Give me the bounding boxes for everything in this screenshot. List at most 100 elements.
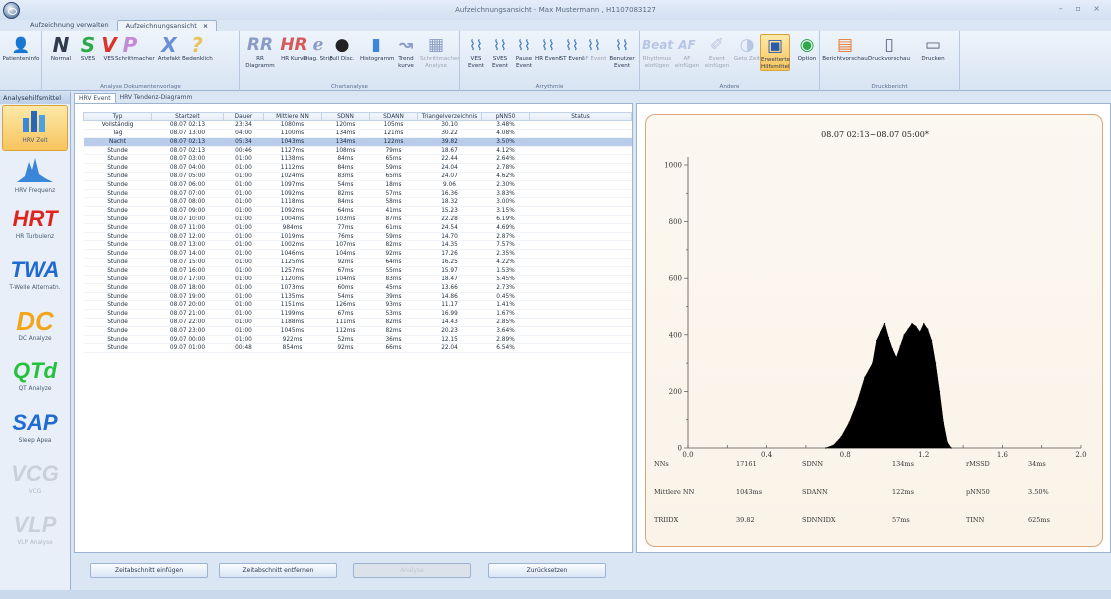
table-row[interactable]: Stunde 09.07 00:00 01:00 922ms 52ms 36ms 12.15…	[83, 335, 632, 345]
insert-segment-button[interactable]: Zeitabschnitt einfügen	[90, 563, 208, 578]
table-row[interactable]: Stunde 08.07 05:00 01:00 1024ms 83ms 65ms 24.0…	[83, 172, 632, 182]
ribbon-button-4-5[interactable]: ◉ Option	[792, 34, 822, 63]
ribbon-button-4-1[interactable]: AF AF einfügen	[672, 34, 702, 69]
column-header[interactable]: SDNN	[321, 112, 370, 121]
histogram-point	[883, 322, 886, 325]
table-row[interactable]: Stunde 08.07 22:00 01:00 1188ms 111ms 82ms 14.…	[83, 318, 632, 328]
ribbon-button-4-0[interactable]: Beat Rhythmus einfügen	[642, 34, 673, 69]
tab-recording-manage[interactable]: Aufzeichnung verwalten	[22, 20, 117, 31]
ribbon-button-4-2[interactable]: ✐ Event einfügen	[702, 34, 732, 69]
sidebar-item-1[interactable]: HRV Frequenz	[2, 156, 68, 202]
table-row[interactable]: Tag 08.07 13:00 04:00 1100ms 134ms 121ms 30.22…	[83, 129, 632, 139]
table-cell: 4.22%	[481, 258, 530, 268]
table-row[interactable]: Stunde 08.07 10:00 01:00 1004ms 103ms 87ms 22.…	[83, 215, 632, 225]
table-row[interactable]: Stunde 08.07 06:00 01:00 1097ms 54ms 18ms 9.06…	[83, 180, 632, 190]
table-row[interactable]: Stunde 08.07 16:00 01:00 1257ms 67ms 55ms 15.9…	[83, 266, 632, 276]
column-header[interactable]: Startzeit	[151, 112, 224, 121]
ribbon-button-2-0[interactable]: RR RR Diagramm	[244, 34, 276, 69]
table-cell: 30.10	[417, 120, 482, 130]
table-row[interactable]: Vollständig 08.07 02:13 23:34 1080ms 120ms 10…	[83, 120, 632, 130]
column-header[interactable]: Dauer	[223, 112, 264, 121]
table-cell	[529, 300, 632, 311]
table-row[interactable]: Stunde 08.07 11:00 01:00 984ms 77ms 61ms 24.54…	[83, 223, 632, 233]
ribbon-button-4-3[interactable]: ◑ Geto Zeit	[732, 34, 762, 63]
table-row[interactable]: Stunde 08.07 02:13 00:46 1127ms 108ms 79ms 18.…	[83, 146, 632, 156]
ribbon-button-1-5[interactable]: ? Bedenklich	[182, 34, 213, 63]
table-cell: 120ms	[321, 120, 370, 130]
table-cell: 5.45%	[481, 275, 530, 285]
sidebar-item-8[interactable]: VLP VLP Analyse	[2, 510, 68, 556]
sidebar-item-6[interactable]: SAP Sleep Apea	[2, 408, 68, 454]
ribbon-button-label: SVES Event	[491, 56, 509, 69]
ribbon-button-3-6[interactable]: ⌇⌇ Benutzer Event	[608, 34, 636, 69]
table-cell: 6.54%	[481, 343, 530, 354]
column-header[interactable]: pNN50	[481, 112, 530, 121]
column-header[interactable]: Triangelverzeichnis	[417, 112, 482, 121]
table-row[interactable]: Stunde 08.07 21:00 01:00 1199ms 67ms 53ms 16.9…	[83, 309, 632, 319]
ribbon-button-2-5[interactable]: ↝ Trend kurve	[390, 34, 422, 69]
column-header[interactable]: Status	[529, 112, 632, 121]
ribbon-button-3-5[interactable]: ⌇⌇ AF Event	[580, 34, 608, 63]
ribbon-button-1-3[interactable]: P Schrittmacher	[115, 34, 155, 63]
ribbon-button-label: Option	[797, 56, 817, 62]
table-cell: 08.07 02:13	[151, 137, 224, 147]
column-header[interactable]: Mittlere NN	[263, 112, 322, 121]
ribbon-button-2-3[interactable]: ● Full Disc.	[326, 34, 358, 63]
close-tab-icon[interactable]: ×	[203, 22, 208, 30]
sidebar-item-4[interactable]: DC DC Analyze	[2, 306, 68, 352]
ribbon-button-5-2[interactable]: ▭ Drucken	[910, 34, 956, 63]
column-header[interactable]: SDANN	[369, 112, 418, 121]
ribbon-icon: ▭	[924, 35, 942, 55]
ribbon-button-label: AF einfügen	[674, 56, 700, 69]
ribbon-button-1-0[interactable]: N Normal	[46, 34, 76, 63]
ribbon-button-4-4[interactable]: ▣ Erweiterte Hilfsmittel	[760, 34, 790, 71]
table-row[interactable]: Stunde 08.07 03:00 01:00 1138ms 84ms 65ms 22.4…	[83, 154, 632, 164]
sidebar-item-2[interactable]: HRT HR Turbulenz	[2, 204, 68, 250]
table-cell: 1188ms	[263, 318, 322, 328]
window-controls[interactable]: – ▫ ×	[1059, 4, 1105, 13]
table-cell: 15.97	[417, 266, 482, 276]
table-row[interactable]: Stunde 08.07 14:00 01:00 1046ms 104ms 92ms 17.…	[83, 249, 632, 259]
tab-hrv-event[interactable]: HRV Event	[74, 93, 116, 103]
stat-label: pNN50	[966, 488, 990, 496]
table-row[interactable]: Stunde 08.07 07:00 01:00 1092ms 82ms 57ms 16.3…	[83, 189, 632, 199]
table-cell: Stunde	[83, 300, 152, 311]
table-row[interactable]: Stunde 08.07 09:00 01:00 1092ms 64ms 41ms 15.2…	[83, 206, 632, 216]
ribbon-button-2-4[interactable]: ▮ Histogramm	[360, 34, 394, 63]
analysis-tools-sidebar: Analysehilfsmittel HRV Zeit HRV Frequenz H…	[0, 92, 71, 599]
table-row[interactable]: Stunde 09.07 01:00 00:48 854ms 92ms 66ms 22.04…	[83, 343, 632, 354]
table-row[interactable]: Stunde 08.07 13:00 01:00 1002ms 107ms 82ms 14.…	[83, 240, 632, 250]
ribbon-button-5-0[interactable]: ▤ Berichtvorschau	[822, 34, 868, 63]
sidebar-item-icon: QTd	[13, 358, 57, 383]
reset-button[interactable]: Zurücksetzen	[488, 563, 606, 578]
table-row[interactable]: Stunde 08.07 20:00 01:00 1151ms 126ms 93ms 11.…	[83, 300, 632, 311]
sidebar-item-5[interactable]: QTd QT Analyze	[2, 356, 68, 402]
sidebar-item-0[interactable]: HRV Zeit	[2, 105, 68, 151]
ribbon-button-1-4[interactable]: X Artefakt	[154, 34, 184, 63]
table-row[interactable]: Stunde 08.07 15:00 01:00 1125ms 92ms 64ms 16.2…	[83, 258, 632, 268]
table-cell: 121ms	[369, 129, 418, 139]
ribbon-button-0-0[interactable]: 👤 Patienteninfo	[2, 34, 40, 63]
table-row[interactable]: Stunde 08.07 19:00 01:00 1135ms 54ms 39ms 14.8…	[83, 292, 632, 302]
ribbon-group-label: Andere	[719, 84, 740, 90]
sidebar-item-label: Sleep Apea	[18, 438, 52, 444]
ribbon-button-5-1[interactable]: ▯ Druckvorschau	[866, 34, 912, 63]
table-cell: 01:00	[223, 266, 264, 276]
column-header[interactable]: Typ	[83, 112, 152, 121]
table-row[interactable]: Stunde 08.07 17:00 01:00 1120ms 104ms 83ms 18.…	[83, 275, 632, 285]
sidebar-item-7[interactable]: VCG VCG	[2, 459, 68, 505]
tab-hrv-trend[interactable]: HRV Tendenz-Diagramm	[116, 93, 197, 103]
table-row[interactable]: Stunde 08.07 04:00 01:00 1112ms 84ms 59ms 24.0…	[83, 163, 632, 173]
ribbon-button-2-6[interactable]: ▦ Schrittmacher Analyse	[420, 34, 460, 69]
remove-segment-button[interactable]: Zeitabschnitt entfernen	[219, 563, 337, 578]
table-row[interactable]: Stunde 08.07 12:00 01:00 1019ms 76ms 59ms 14.7…	[83, 232, 632, 242]
sidebar-item-3[interactable]: TWA T-Welle Alternatn.	[2, 255, 68, 301]
table-row[interactable]: Stunde 08.07 18:00 01:00 1073ms 60ms 45ms 13.6…	[83, 283, 632, 293]
histogram-point	[891, 348, 893, 350]
table-cell: 3.64%	[481, 326, 530, 336]
table-row[interactable]: Stunde 08.07 23:00 01:00 1045ms 112ms 82ms 20.…	[83, 326, 632, 336]
table-row[interactable]: Stunde 08.07 08:00 01:00 1118ms 84ms 58ms 18.3…	[83, 197, 632, 207]
tab-recording-view[interactable]: Aufzeichnungsansicht ×	[116, 20, 218, 31]
table-row[interactable]: Nacht 08.07 02:13 05:34 1043ms 134ms 122ms 39.…	[83, 137, 632, 147]
analyze-button[interactable]: Analyse	[353, 563, 471, 578]
